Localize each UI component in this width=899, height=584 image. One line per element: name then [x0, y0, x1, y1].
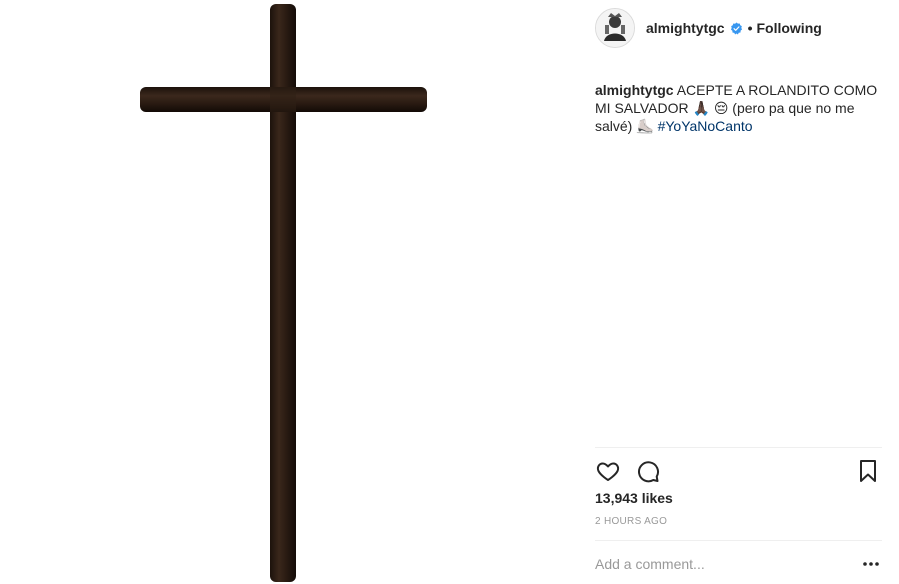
header-username[interactable]: almightytgc: [646, 20, 725, 36]
post-image[interactable]: [0, 0, 580, 584]
verified-badge-icon: [730, 22, 743, 35]
avatar[interactable]: [595, 8, 635, 48]
comment-button[interactable]: [634, 457, 662, 485]
post-sidebar: almightytgc • Following almightytgc ACEP…: [580, 0, 899, 584]
heart-icon: [596, 462, 620, 481]
action-bar: [594, 457, 884, 485]
post-timestamp[interactable]: 2 HOURS AGO: [595, 516, 667, 527]
bookmark-icon: [860, 460, 876, 482]
comment-input[interactable]: [595, 553, 845, 575]
post-container: almightytgc • Following almightytgc ACEP…: [0, 0, 899, 584]
like-button[interactable]: [594, 457, 622, 485]
more-options-icon: [863, 562, 879, 566]
comment-icon: [638, 461, 659, 483]
save-button[interactable]: [854, 457, 882, 485]
comment-divider: [595, 540, 882, 541]
cross-image: [140, 4, 427, 582]
actions-divider: [595, 447, 882, 448]
likes-count[interactable]: 13,943 likes: [595, 490, 673, 506]
post-header: almightytgc • Following: [595, 8, 822, 48]
avatar-image-icon: [596, 9, 634, 47]
post-caption: almightytgc ACEPTE A ROLANDITO COMO MI S…: [595, 81, 887, 135]
caption-username[interactable]: almightytgc: [595, 82, 674, 98]
following-button[interactable]: Following: [756, 20, 821, 36]
header-separator: •: [747, 20, 753, 36]
caption-hashtag[interactable]: #YoYaNoCanto: [658, 118, 753, 134]
more-options-button[interactable]: [859, 554, 883, 574]
